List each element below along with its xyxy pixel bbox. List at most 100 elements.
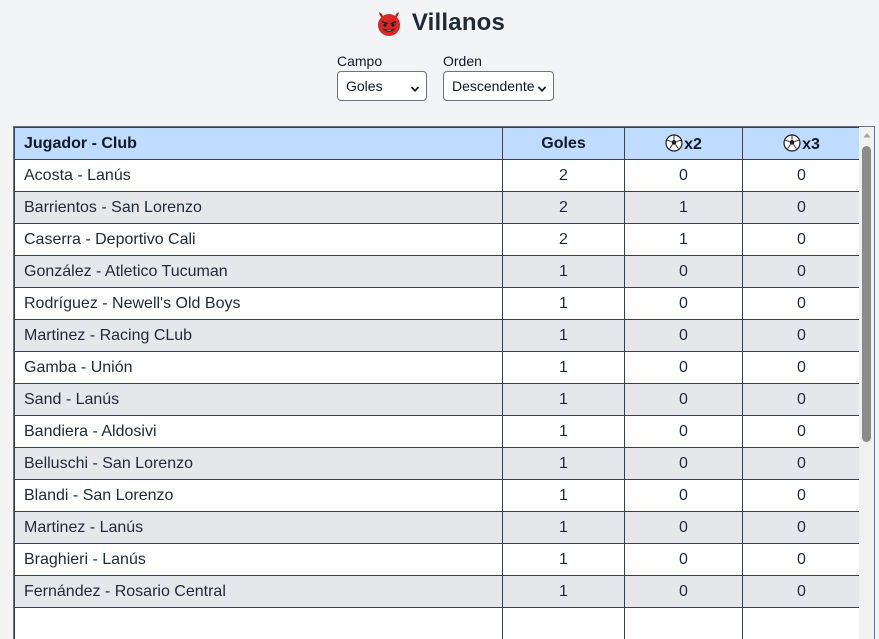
x3-cell: 0: [742, 319, 861, 352]
table-row[interactable]: Fernández - Rosario Central 1 0 0: [14, 575, 861, 608]
x3-cell: 0: [742, 191, 861, 224]
player-cell: González - Atletico Tucuman: [14, 255, 503, 288]
column-header-x2[interactable]: x2: [624, 127, 743, 160]
x2-cell: 0: [624, 447, 743, 480]
player-cell: Acosta - Lanús: [14, 159, 503, 192]
x3-cell: 0: [742, 447, 861, 480]
scroll-up-arrow-icon[interactable]: [859, 127, 874, 142]
x2-cell: 0: [624, 319, 743, 352]
goles-cell: 1: [502, 543, 625, 576]
x2-cell: 0: [624, 287, 743, 320]
page-title: Villanos: [411, 8, 506, 36]
scorers-table-container: Jugador - Club Goles x2 x3 Acosta - Lanú…: [13, 126, 875, 639]
x3-cell: 0: [742, 383, 861, 416]
player-cell: Fernández - Rosario Central: [14, 575, 503, 608]
table-row[interactable]: Caserra - Deportivo Cali 2 1 0: [14, 223, 861, 256]
column-header-jugador[interactable]: Jugador - Club: [14, 127, 503, 160]
table-row[interactable]: [14, 607, 861, 639]
x2-cell: 1: [624, 223, 743, 256]
x2-cell: 0: [624, 255, 743, 288]
x2-cell: 0: [624, 479, 743, 512]
player-cell: Braghieri - Lanús: [14, 543, 503, 576]
orden-select-value: Descendente: [452, 78, 535, 94]
player-cell: Barrientos - San Lorenzo: [14, 191, 503, 224]
x3-cell: 0: [742, 159, 861, 192]
player-cell: Sand - Lanús: [14, 383, 503, 416]
player-cell: Martinez - Racing CLub: [14, 319, 503, 352]
x3-cell: 0: [742, 351, 861, 384]
table-row[interactable]: Sand - Lanús 1 0 0: [14, 383, 861, 416]
campo-control: Campo Goles: [337, 53, 427, 101]
goles-cell: 1: [502, 479, 625, 512]
table-header-row: Jugador - Club Goles x2 x3: [14, 127, 861, 160]
table-row[interactable]: Barrientos - San Lorenzo 2 1 0: [14, 191, 861, 224]
x3-cell: 0: [742, 511, 861, 544]
chevron-down-icon: [537, 81, 547, 93]
x2-cell: [624, 607, 743, 639]
x2-cell: 0: [624, 511, 743, 544]
table-row[interactable]: Martinez - Racing CLub 1 0 0: [14, 319, 861, 352]
goles-cell: 1: [502, 415, 625, 448]
campo-select[interactable]: Goles: [337, 71, 427, 101]
player-cell: Martinez - Lanús: [14, 511, 503, 544]
goles-cell: 2: [502, 191, 625, 224]
x3-cell: 0: [742, 575, 861, 608]
table-row[interactable]: Martinez - Lanús 1 0 0: [14, 511, 861, 544]
x3-cell: 0: [742, 479, 861, 512]
player-cell: Belluschi - San Lorenzo: [14, 447, 503, 480]
table-row[interactable]: Gamba - Unión 1 0 0: [14, 351, 861, 384]
table-row[interactable]: Belluschi - San Lorenzo 1 0 0: [14, 447, 861, 480]
table-row[interactable]: Acosta - Lanús 2 0 0: [14, 159, 861, 192]
soccer-ball-icon: [665, 133, 683, 152]
soccer-ball-icon: [783, 133, 801, 152]
table-row[interactable]: Bandiera - Aldosivi 1 0 0: [14, 415, 861, 448]
goles-cell: 1: [502, 287, 625, 320]
campo-label: Campo: [337, 53, 383, 69]
page-header: Villanos: [0, 0, 879, 44]
x2-cell: 0: [624, 543, 743, 576]
x2-cell: 0: [624, 383, 743, 416]
player-cell: [14, 607, 503, 639]
goles-cell: 1: [502, 447, 625, 480]
column-header-x3[interactable]: x3: [742, 127, 861, 160]
x3-cell: 0: [742, 223, 861, 256]
devil-icon: [374, 8, 404, 38]
goles-cell: 1: [502, 575, 625, 608]
table-row[interactable]: Braghieri - Lanús 1 0 0: [14, 543, 861, 576]
goles-cell: 1: [502, 255, 625, 288]
scorers-table: Jugador - Club Goles x2 x3 Acosta - Lanú…: [14, 127, 861, 639]
goles-cell: 2: [502, 223, 625, 256]
orden-control: Orden Descendente: [443, 53, 554, 101]
player-cell: Rodríguez - Newell's Old Boys: [14, 287, 503, 320]
x2-cell: 0: [624, 159, 743, 192]
table-scrollbar[interactable]: [859, 127, 874, 639]
goles-cell: 1: [502, 383, 625, 416]
x2-cell: 0: [624, 415, 743, 448]
goles-cell: 2: [502, 159, 625, 192]
goles-cell: 1: [502, 511, 625, 544]
x3-cell: 0: [742, 543, 861, 576]
x3-cell: [742, 607, 861, 639]
x3-cell: 0: [742, 415, 861, 448]
orden-label: Orden: [443, 53, 482, 69]
orden-select[interactable]: Descendente: [443, 71, 554, 101]
x2-cell: 0: [624, 575, 743, 608]
x2-cell: 0: [624, 351, 743, 384]
table-row[interactable]: Rodríguez - Newell's Old Boys 1 0 0: [14, 287, 861, 320]
player-cell: Bandiera - Aldosivi: [14, 415, 503, 448]
player-cell: Gamba - Unión: [14, 351, 503, 384]
goles-cell: 1: [502, 351, 625, 384]
table-row[interactable]: González - Atletico Tucuman 1 0 0: [14, 255, 861, 288]
column-header-goles[interactable]: Goles: [502, 127, 625, 160]
x2-cell: 1: [624, 191, 743, 224]
scrollbar-thumb[interactable]: [862, 146, 871, 442]
filter-controls: Campo Goles Orden Descendente: [337, 53, 554, 101]
x3-cell: 0: [742, 255, 861, 288]
player-cell: Blandi - San Lorenzo: [14, 479, 503, 512]
title-wrap: Villanos: [374, 8, 505, 38]
table-row[interactable]: Blandi - San Lorenzo 1 0 0: [14, 479, 861, 512]
x3-cell: 0: [742, 287, 861, 320]
goles-cell: [502, 607, 625, 639]
chevron-down-icon: [410, 81, 420, 93]
goles-cell: 1: [502, 319, 625, 352]
